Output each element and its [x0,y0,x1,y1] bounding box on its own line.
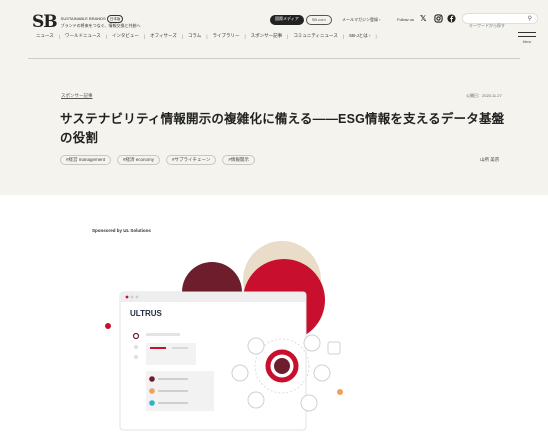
instagram-icon[interactable] [434,14,443,26]
nav-separator: | [181,33,183,39]
hub-node-icon [303,334,321,352]
nav-item-interview[interactable]: インタビュー [112,33,139,39]
media-toggle-japan[interactable]: 国際メディア [270,15,304,25]
site-logo[interactable]: SB SUSTAINABLE BRANDS 日本版 ブランドの将来をつなぐ、情報… [32,12,141,32]
facebook-icon[interactable] [447,14,456,26]
tag-economy[interactable]: #経済 economy [117,155,161,165]
tag-management[interactable]: #経営 management [60,155,112,165]
article-title: サステナビリティ情報開示の複雑化に備える——ESG情報を支えるデータ基盤の役割 [60,112,505,145]
menu-icon-bar [518,36,536,37]
hub-node-icon [231,364,249,382]
logo-name: SUSTAINABLE BRANDS [60,16,106,21]
hub-node-icon [300,394,318,412]
nav-separator: | [244,33,246,39]
media-toggle-global[interactable]: SB.com [305,15,332,25]
media-toggle: 国際メディア SB.com [270,15,332,25]
search-input[interactable] [463,21,525,30]
logo-mark: SB [32,12,58,32]
search-icon[interactable]: ⚲ [528,15,532,22]
logo-tagline: ブランドの将来をつなぐ、情報交換と共創へ [60,23,141,28]
nav-separator: | [287,33,289,39]
nav-item-world-news[interactable]: ワールドニュース [65,33,101,39]
nav-item-column[interactable]: コラム [188,33,201,39]
article-category[interactable]: スポンサー記事 [61,93,93,99]
article-date: 公開日：2023.11.27 [466,93,502,98]
hero-illustration: ULTRUS [105,241,343,431]
sponsor-label: Sponsored by UL Solutions [92,228,151,233]
hub-node-icon [247,391,265,409]
nav-item-community-news[interactable]: コミュニティニュース [293,33,338,39]
nav-separator: | [375,33,377,39]
nav-item-library[interactable]: ライブラリー [212,33,239,39]
hub-node-icon [327,341,341,355]
nav-item-officers[interactable]: オフィサーズ [150,33,177,39]
nav-separator: | [206,33,208,39]
nav-separator: | [143,33,146,39]
search-box: ⚲ [462,13,538,30]
hub-node-icon [313,364,331,382]
tag-disclosure[interactable]: #情報開示 [222,155,255,165]
hub-node-icon [247,337,265,355]
header-divider [28,58,520,59]
nav-item-about[interactable]: SB-Jとは › [349,33,371,39]
logo-tag: 日本版 [106,15,124,23]
red-dot-shape [105,323,111,329]
nav-item-news[interactable]: ニュース [36,33,54,39]
logo-text: SUSTAINABLE BRANDS 日本版 ブランドの将来をつなぐ、情報交換と… [61,15,141,29]
nav-item-sponsored[interactable]: スポンサー記事 [251,33,283,39]
tag-supply-chain[interactable]: #サプライチェーン [166,155,217,165]
article-header: SB SUSTAINABLE BRANDS 日本版 ブランドの将来をつなぐ、情報… [0,0,548,195]
article-author[interactable]: 山所 美宗 [480,157,499,163]
x-icon[interactable]: 𝕏 [420,14,426,24]
nav-separator: | [342,33,345,39]
newsletter-link[interactable]: メールマガジン登録 › [342,17,380,23]
nav-separator: | [105,33,107,39]
nav-separator: | [58,33,60,39]
menu-label: Menu [522,40,532,44]
main-nav: ニュース | ワールドニュース | インタビュー | オフィサーズ | コラム | ライブ… [36,33,382,39]
menu-button[interactable]: Menu [518,32,536,44]
follow-label: Follow us [397,17,414,22]
menu-icon-bar [518,32,536,33]
orange-dot-shape [337,389,343,395]
article-tags: #経営 management #経済 economy #サプライチェーン #情報… [60,155,261,165]
product-logo: ULTRUS [130,309,163,318]
